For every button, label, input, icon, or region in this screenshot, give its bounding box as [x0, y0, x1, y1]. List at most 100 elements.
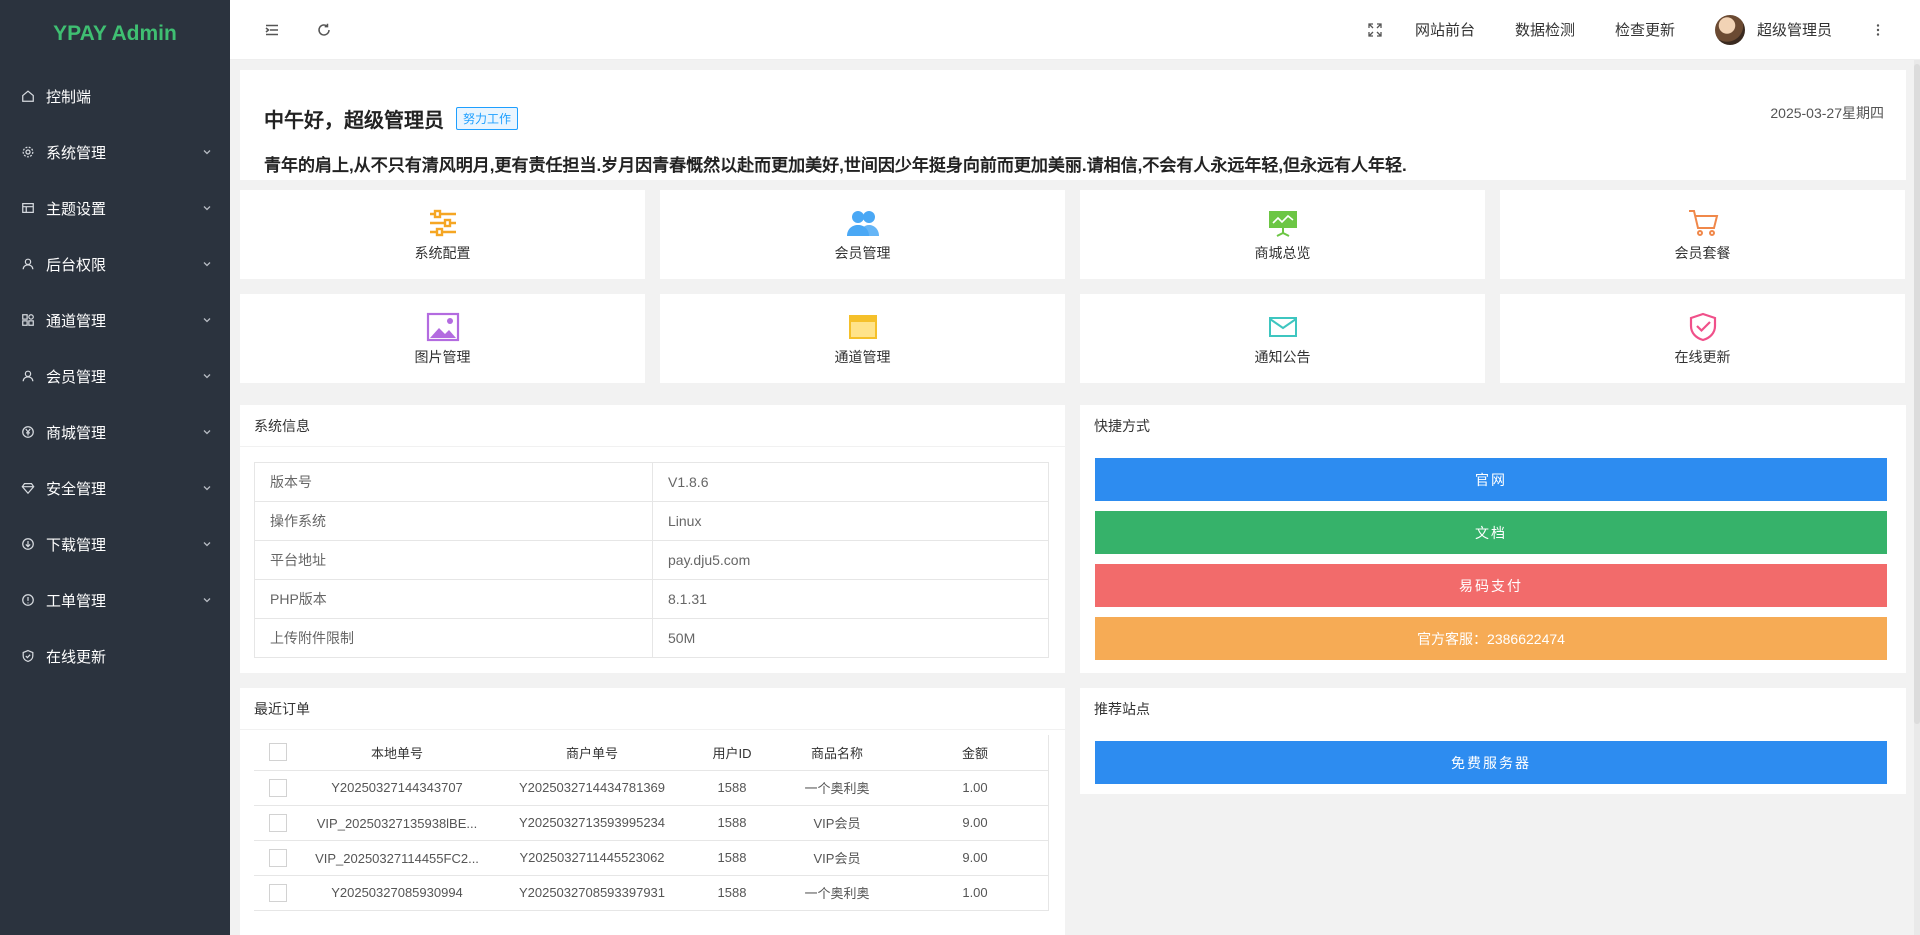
quick-card-label: 通道管理 — [834, 348, 891, 365]
app-logo[interactable]: YPAY Admin — [0, 0, 230, 68]
check-update-link[interactable]: 检查更新 — [1615, 19, 1675, 40]
sidebar: YPAY Admin 控制端 系统管理 主题设置 后台权限 通道管理 会员管理 … — [0, 0, 230, 935]
chevron-down-icon — [202, 427, 212, 437]
quick-card-online-update[interactable]: 在线更新 — [1500, 294, 1905, 383]
sidebar-item-online-update[interactable]: 在线更新 — [0, 628, 230, 684]
quick-card-images[interactable]: 图片管理 — [240, 294, 645, 383]
window-icon — [845, 311, 881, 343]
table-row[interactable]: Y20250327144343707 Y2025032714434781369 … — [254, 770, 1049, 806]
column-header: 本地单号 — [302, 735, 492, 771]
free-server-button[interactable]: 免费服务器 — [1095, 741, 1887, 784]
image-icon — [425, 311, 461, 343]
info-key: 操作系统 — [254, 501, 653, 541]
merchant-order-no: Y2025032713593995234 — [492, 805, 692, 841]
website-button[interactable]: 官网 — [1095, 458, 1887, 501]
table-row[interactable]: Y20250327085930994 Y2025032708593397931 … — [254, 875, 1049, 911]
diamond-icon — [20, 480, 36, 496]
select-all-checkbox[interactable] — [269, 743, 287, 762]
system-info-panel: 系统信息 版本号 V1.8.6 操作系统 Linux 平台地址 pay.dju5.co… — [240, 405, 1065, 673]
table-row[interactable]: VIP_20250327114455FC2... Y20250327114455… — [254, 840, 1049, 876]
more-vertical-icon[interactable] — [1858, 10, 1898, 50]
sidebar-item-label: 在线更新 — [46, 648, 107, 666]
panel-title: 系统信息 — [240, 405, 1065, 447]
table-row: 版本号 V1.8.6 — [254, 462, 1049, 502]
sidebar-item-theme[interactable]: 主题设置 — [0, 180, 230, 236]
local-order-no: VIP_20250327114455FC2... — [315, 850, 479, 866]
site-frontend-link[interactable]: 网站前台 — [1415, 19, 1475, 40]
info-value: pay.dju5.com — [652, 540, 1049, 580]
info-value: Linux — [652, 501, 1049, 541]
column-header: 金额 — [902, 735, 1049, 771]
sidebar-item-downloads[interactable]: 下载管理 — [0, 516, 230, 572]
info-key: 版本号 — [254, 462, 653, 502]
user-id: 1588 — [692, 805, 772, 841]
data-check-link[interactable]: 数据检测 — [1515, 19, 1575, 40]
sidebar-item-dashboard[interactable]: 控制端 — [0, 68, 230, 124]
main-content: 中午好，超级管理员 努力工作 2025-03-27星期四 青年的肩上,从不只有清… — [230, 60, 1920, 935]
quick-card-label: 系统配置 — [414, 244, 471, 261]
panel-title: 推荐站点 — [1094, 701, 1150, 717]
sidebar-item-label: 通道管理 — [46, 312, 107, 330]
sidebar-menu: 控制端 系统管理 主题设置 后台权限 通道管理 会员管理 商城管理 安全管理 下… — [0, 68, 230, 684]
panel-title: 最近订单 — [240, 688, 1065, 730]
column-header: 商户单号 — [492, 735, 692, 771]
motto-text: 青年的肩上,从不只有清风明月,更有责任担当.岁月因青春慨然以赴而更加美好,世间因… — [264, 156, 1407, 175]
quick-card-label: 商城总览 — [1254, 244, 1311, 261]
row-checkbox[interactable] — [269, 848, 287, 867]
sidebar-item-shop[interactable]: 商城管理 — [0, 404, 230, 460]
merchant-order-no: Y2025032711445523062 — [492, 840, 692, 876]
sidebar-item-label: 主题设置 — [46, 200, 107, 218]
column-header: 用户ID — [692, 735, 772, 771]
info-key: 平台地址 — [254, 540, 653, 580]
refresh-icon[interactable] — [304, 10, 344, 50]
sidebar-item-members[interactable]: 会员管理 — [0, 348, 230, 404]
scrollbar[interactable] — [1914, 60, 1920, 935]
row-checkbox[interactable] — [269, 883, 287, 902]
quick-card-member-plans[interactable]: 会员套餐 — [1500, 190, 1905, 279]
support-button[interactable]: 官方客服：2386622474 — [1095, 617, 1887, 660]
quick-card-label: 会员套餐 — [1674, 244, 1731, 261]
table-row: 上传附件限制 50M — [254, 618, 1049, 658]
info-value: 50M — [652, 618, 1049, 658]
user-id: 1588 — [692, 770, 772, 806]
merchant-order-no: Y2025032714434781369 — [492, 770, 692, 806]
greeting: 中午好，超级管理员 — [264, 110, 444, 132]
user-name[interactable]: 超级管理员 — [1757, 19, 1832, 40]
table-row[interactable]: VIP_20250327135938lBE... Y20250327135939… — [254, 805, 1049, 841]
menu-toggle-icon[interactable] — [252, 10, 292, 50]
download-icon — [20, 536, 36, 552]
chevron-down-icon — [202, 595, 212, 605]
quick-card-system-config[interactable]: 系统配置 — [240, 190, 645, 279]
info-key: 上传附件限制 — [254, 618, 653, 658]
column-header: 商品名称 — [772, 735, 902, 771]
avatar[interactable] — [1714, 14, 1745, 45]
panel-title: 快捷方式 — [1094, 418, 1150, 434]
docs-button[interactable]: 文档 — [1095, 511, 1887, 554]
table-row: 操作系统 Linux — [254, 501, 1049, 541]
quick-card-members[interactable]: 会员管理 — [660, 190, 1065, 279]
product-name: 一个奥利奥 — [772, 875, 902, 911]
info-value: V1.8.6 — [652, 462, 1049, 502]
quick-card-channels[interactable]: 通道管理 — [660, 294, 1065, 383]
orders-table: 本地单号 商户单号 用户ID 商品名称 金额 Y2025032714434370… — [254, 735, 1049, 911]
user-icon — [20, 256, 36, 272]
sidebar-item-permissions[interactable]: 后台权限 — [0, 236, 230, 292]
quick-card-label: 通知公告 — [1254, 348, 1311, 365]
chevron-down-icon — [202, 371, 212, 381]
sidebar-item-label: 商城管理 — [46, 424, 107, 442]
table-row: PHP版本 8.1.31 — [254, 579, 1049, 619]
sidebar-item-security[interactable]: 安全管理 — [0, 460, 230, 516]
quick-card-shop-overview[interactable]: 商城总览 — [1080, 190, 1485, 279]
sidebar-item-channels[interactable]: 通道管理 — [0, 292, 230, 348]
quick-card-label: 图片管理 — [414, 348, 471, 365]
sidebar-item-system[interactable]: 系统管理 — [0, 124, 230, 180]
scrollbar-thumb[interactable] — [1914, 64, 1920, 724]
ymzf-button[interactable]: 易码支付 — [1095, 564, 1887, 607]
quick-card-notices[interactable]: 通知公告 — [1080, 294, 1485, 383]
row-checkbox[interactable] — [269, 778, 287, 797]
sidebar-item-tickets[interactable]: 工单管理 — [0, 572, 230, 628]
fullscreen-icon[interactable] — [1355, 10, 1395, 50]
gear-icon — [20, 144, 36, 160]
layout-icon — [20, 200, 36, 216]
row-checkbox[interactable] — [269, 813, 287, 832]
